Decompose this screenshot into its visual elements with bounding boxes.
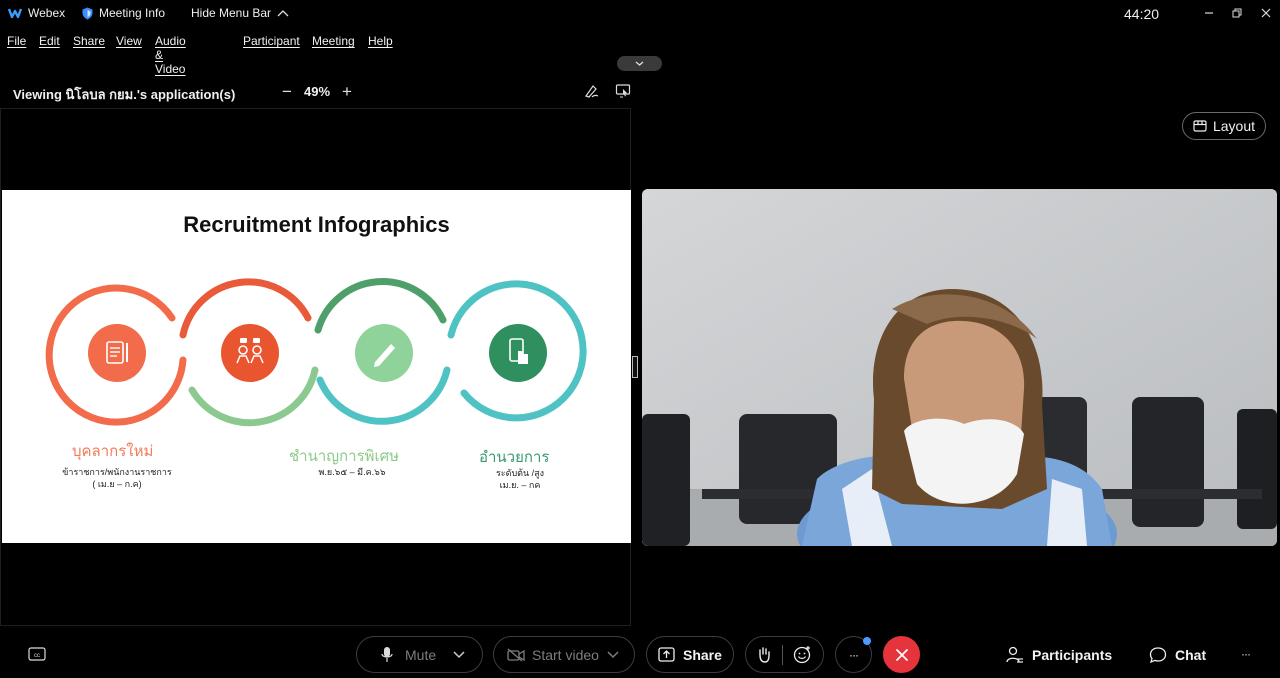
menu-meeting[interactable]: Meeting: [312, 34, 355, 48]
stage-3-subtitle: ระดับต้น /สูง เม.ย. – กค: [480, 467, 560, 491]
menu-file[interactable]: File: [7, 34, 26, 48]
split-resize-handle[interactable]: [632, 356, 638, 378]
svg-text:cc: cc: [34, 653, 40, 659]
collapse-toggle[interactable]: [617, 56, 662, 71]
title-bar: Webex Meeting Info Hide Menu Bar 44:20: [0, 0, 1280, 28]
closed-captions-icon[interactable]: cc: [28, 646, 46, 667]
stage-3-name: อำนวยการ: [479, 445, 549, 469]
menu-audio-video[interactable]: Audio & Video: [155, 34, 186, 76]
chevron-down-icon[interactable]: [607, 650, 619, 659]
zoom-out-button[interactable]: −: [279, 82, 295, 102]
stage-1-name: บุคลากรใหม่: [72, 439, 153, 463]
menu-edit[interactable]: Edit: [39, 34, 60, 48]
video-off-icon: [507, 648, 525, 661]
menu-help[interactable]: Help: [368, 34, 393, 48]
stage-3-sub1: ระดับต้น /สูง: [495, 468, 545, 478]
restore-icon[interactable]: [1227, 4, 1247, 22]
annotate-icon[interactable]: [584, 83, 600, 104]
app-name: Webex: [28, 6, 66, 20]
raise-hand-icon[interactable]: [757, 646, 771, 663]
shared-slide: Recruitment Infographics บุคลากรใหม่ ข้า…: [2, 190, 631, 543]
leave-meeting-button[interactable]: [883, 636, 920, 673]
meeting-timer: 44:20: [1124, 6, 1160, 22]
menu-share[interactable]: Share: [73, 34, 105, 48]
microphone-icon: [381, 646, 393, 662]
stage-2-subtitle: พ.ย.๖๕ – มี.ค.๖๖: [307, 466, 397, 478]
chat-label: Chat: [1175, 647, 1207, 663]
participants-button[interactable]: Participants: [1006, 646, 1112, 664]
stage-2-sub1: พ.ย.๖๕ – มี.ค.๖๖: [318, 467, 386, 477]
menu-participant[interactable]: Participant: [243, 34, 300, 48]
stage-3-name-text: อำนวยการ: [479, 449, 550, 466]
close-window-icon[interactable]: [1256, 4, 1276, 22]
share-button[interactable]: Share: [646, 636, 734, 673]
participants-icon: [1006, 646, 1023, 663]
stage-2-name-text: ชำนาญการพิเศษ: [289, 448, 400, 465]
overflow-menu-button[interactable]: ···: [1241, 647, 1251, 661]
shield-icon: [82, 7, 93, 19]
reactions-group: [745, 636, 824, 673]
zoom-level: 49%: [304, 84, 331, 99]
chat-button[interactable]: Chat: [1149, 646, 1206, 664]
mute-button[interactable]: Mute: [356, 636, 483, 673]
share-label: Share: [683, 646, 722, 663]
document-pencil-icon: [88, 324, 146, 382]
video-frame-image: [642, 189, 1277, 546]
remote-control-icon[interactable]: [615, 83, 631, 104]
start-video-label: Start video: [532, 646, 599, 663]
stage-2-name: ชำนาญการพิเศษ: [289, 444, 399, 468]
stage-3-sub2: เม.ย. – กค: [499, 480, 541, 490]
stage-1-subtitle: ข้าราชการ/พนักงานราชการ ( เม.ย – ก.ค): [57, 466, 177, 490]
start-video-button[interactable]: Start video: [493, 636, 635, 673]
minimize-icon[interactable]: [1199, 4, 1219, 22]
chat-icon: [1149, 647, 1167, 664]
share-screen-icon: [658, 647, 675, 662]
chevron-down-icon[interactable]: [453, 650, 465, 659]
participant-video[interactable]: [642, 189, 1277, 546]
stage-1-name-text: บุคลากรใหม่: [72, 443, 154, 460]
hide-menu-bar-button[interactable]: Hide Menu Bar: [191, 6, 289, 20]
emoji-reactions-icon[interactable]: [793, 645, 812, 664]
menu-view[interactable]: View: [116, 34, 142, 48]
people-talk-icon: [221, 324, 279, 382]
chevron-down-icon: [635, 61, 644, 66]
notification-dot: [863, 637, 871, 645]
participants-label: Participants: [1032, 647, 1113, 663]
mute-label: Mute: [405, 646, 437, 663]
webex-app-label[interactable]: Webex: [8, 6, 65, 20]
hide-menu-bar-label: Hide Menu Bar: [191, 6, 272, 20]
layout-button[interactable]: Layout: [1182, 112, 1266, 140]
stage-1-sub1: ข้าราชการ/พนักงานราชการ: [62, 467, 172, 477]
more-options-label: ···: [849, 647, 859, 662]
webex-logo-icon: [8, 8, 22, 19]
meeting-info-button[interactable]: Meeting Info: [82, 6, 165, 20]
zoom-in-button[interactable]: +: [339, 82, 355, 102]
reactions-divider: [782, 644, 783, 665]
ring-3-top: [314, 278, 447, 334]
chevron-up-icon: [277, 10, 289, 17]
stage-1-sub2: ( เม.ย – ก.ค): [92, 479, 142, 489]
close-icon: [895, 648, 908, 661]
viewing-label: Viewing นิโลบล กยม.'s application(s): [13, 87, 236, 102]
meeting-info-label: Meeting Info: [99, 6, 166, 20]
layout-label: Layout: [1212, 118, 1256, 134]
layout-icon: [1193, 120, 1207, 132]
